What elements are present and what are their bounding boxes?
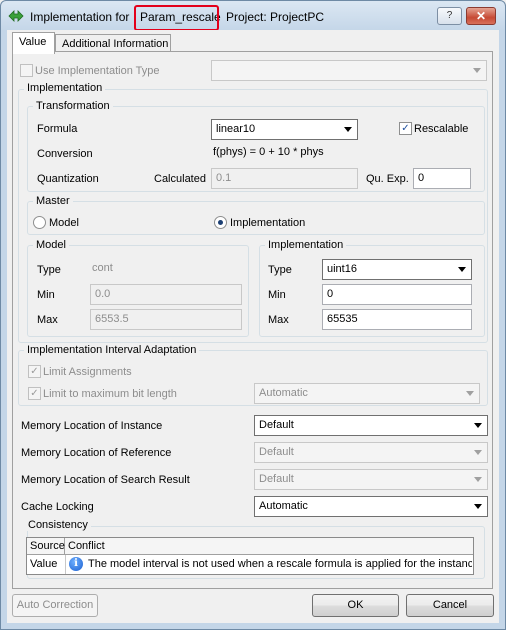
memory-search-label: Memory Location of Search Result <box>21 474 190 486</box>
impl-type-value: uint16 <box>327 263 357 275</box>
master-model-label: Model <box>49 217 79 229</box>
chevron-down-icon <box>466 391 474 396</box>
limit-max-bit-checkbox[interactable]: ✓ <box>28 387 41 400</box>
master-implementation-radio[interactable] <box>214 216 227 229</box>
table-header-source-label: Source <box>30 540 65 552</box>
master-implementation-label: Implementation <box>230 217 306 229</box>
model-min-field: 0.0 <box>90 284 242 305</box>
chevron-down-icon <box>344 127 352 132</box>
model-type-label: Type <box>37 264 61 276</box>
chevron-down-icon <box>473 68 481 73</box>
close-icon: ✕ <box>475 9 487 23</box>
impl-max-label: Max <box>268 314 289 326</box>
cache-locking-value: Automatic <box>259 500 308 512</box>
limit-max-bit-select[interactable]: Automatic <box>254 383 480 404</box>
value-tab-panel: Use Implementation Type Implementation T… <box>12 51 493 589</box>
model-group-title: Model <box>33 239 69 251</box>
row-conflict: The model interval is not used when a re… <box>88 558 472 570</box>
quantization-label: Quantization <box>37 173 99 185</box>
title-prefix: Implementation for <box>30 10 130 24</box>
consistency-title: Consistency <box>25 519 91 531</box>
cache-locking-label: Cache Locking <box>21 501 94 513</box>
memory-search-value: Default <box>259 473 294 485</box>
conversion-label: Conversion <box>37 148 93 160</box>
table-header-source[interactable]: Source <box>27 538 65 555</box>
formula-value: linear10 <box>216 123 256 135</box>
memory-reference-value: Default <box>259 446 294 458</box>
model-max-field: 6553.5 <box>90 309 242 330</box>
help-button[interactable]: ? <box>437 7 462 25</box>
title-project: Project: ProjectPC <box>226 10 325 24</box>
master-group-title: Master <box>33 195 73 207</box>
info-icon: i <box>69 557 83 571</box>
use-implementation-type-label: Use Implementation Type <box>35 65 160 77</box>
chevron-down-icon <box>474 477 482 482</box>
transformation-group-title: Transformation <box>33 100 113 112</box>
memory-instance-label: Memory Location of Instance <box>21 420 163 432</box>
dialog-client-area: Value Additional Information Use Impleme… <box>7 30 499 623</box>
memory-instance-value: Default <box>259 419 294 431</box>
qu-exp-label: Qu. Exp. <box>366 173 409 185</box>
memory-reference-select[interactable]: Default <box>254 442 488 463</box>
qu-exp-input[interactable]: 0 <box>413 168 471 189</box>
rescalable-label: Rescalable <box>414 123 469 135</box>
table-row[interactable]: Value i The model interval is not used w… <box>27 555 473 574</box>
master-model-radio[interactable] <box>33 216 46 229</box>
auto-correction-button[interactable]: Auto Correction <box>12 594 98 617</box>
chevron-down-icon <box>474 423 482 428</box>
formula-label: Formula <box>37 123 78 135</box>
close-button[interactable]: ✕ <box>466 7 496 25</box>
interval-adaptation-title: Implementation Interval Adaptation <box>24 344 200 356</box>
implementation-subgroup-title: Implementation <box>265 239 347 251</box>
model-max-label: Max <box>37 314 58 326</box>
implementation-icon <box>8 10 24 22</box>
cache-locking-select[interactable]: Automatic <box>254 496 488 517</box>
title-bar[interactable]: Implementation for Param_rescale Project… <box>0 0 506 31</box>
impl-max-input[interactable]: 65535 <box>322 309 472 330</box>
radio-selected-dot <box>218 220 223 225</box>
model-type-value: cont <box>92 262 113 274</box>
use-implementation-type-checkbox[interactable] <box>20 64 33 77</box>
chevron-down-icon <box>474 504 482 509</box>
formula-select[interactable]: linear10 <box>211 119 358 140</box>
implementation-type-select[interactable] <box>211 60 487 81</box>
limit-max-bit-label: Limit to maximum bit length <box>43 388 177 400</box>
rescalable-checkbox[interactable]: ✓ <box>399 122 412 135</box>
table-header-conflict[interactable]: Conflict <box>65 538 473 555</box>
conflict-table[interactable]: Source Conflict Value i The model interv… <box>26 537 474 575</box>
conversion-value: f(phys) = 0 + 10 * phys <box>213 146 324 158</box>
memory-search-select[interactable]: Default <box>254 469 488 490</box>
memory-reference-label: Memory Location of Reference <box>21 447 172 459</box>
limit-assignments-label: Limit Assignments <box>43 366 132 378</box>
calculated-label: Calculated <box>154 173 206 185</box>
chevron-down-icon <box>474 450 482 455</box>
tab-value[interactable]: Value <box>12 32 55 54</box>
table-header-conflict-label: Conflict <box>68 540 105 552</box>
impl-min-label: Min <box>268 289 286 301</box>
impl-min-input[interactable]: 0 <box>322 284 472 305</box>
impl-type-select[interactable]: uint16 <box>322 259 472 280</box>
memory-instance-select[interactable]: Default <box>254 415 488 436</box>
impl-type-label: Type <box>268 264 292 276</box>
implementation-group-title: Implementation <box>24 82 106 94</box>
limit-max-bit-value: Automatic <box>259 387 308 399</box>
calculated-quantization-field: 0.1 <box>211 168 358 189</box>
chevron-down-icon <box>458 267 466 272</box>
model-min-label: Min <box>37 289 55 301</box>
title-highlight-box <box>134 5 219 31</box>
row-source: Value <box>30 558 58 570</box>
limit-assignments-checkbox[interactable]: ✓ <box>28 365 41 378</box>
ok-button[interactable]: OK <box>312 594 399 617</box>
cancel-button[interactable]: Cancel <box>406 594 494 617</box>
